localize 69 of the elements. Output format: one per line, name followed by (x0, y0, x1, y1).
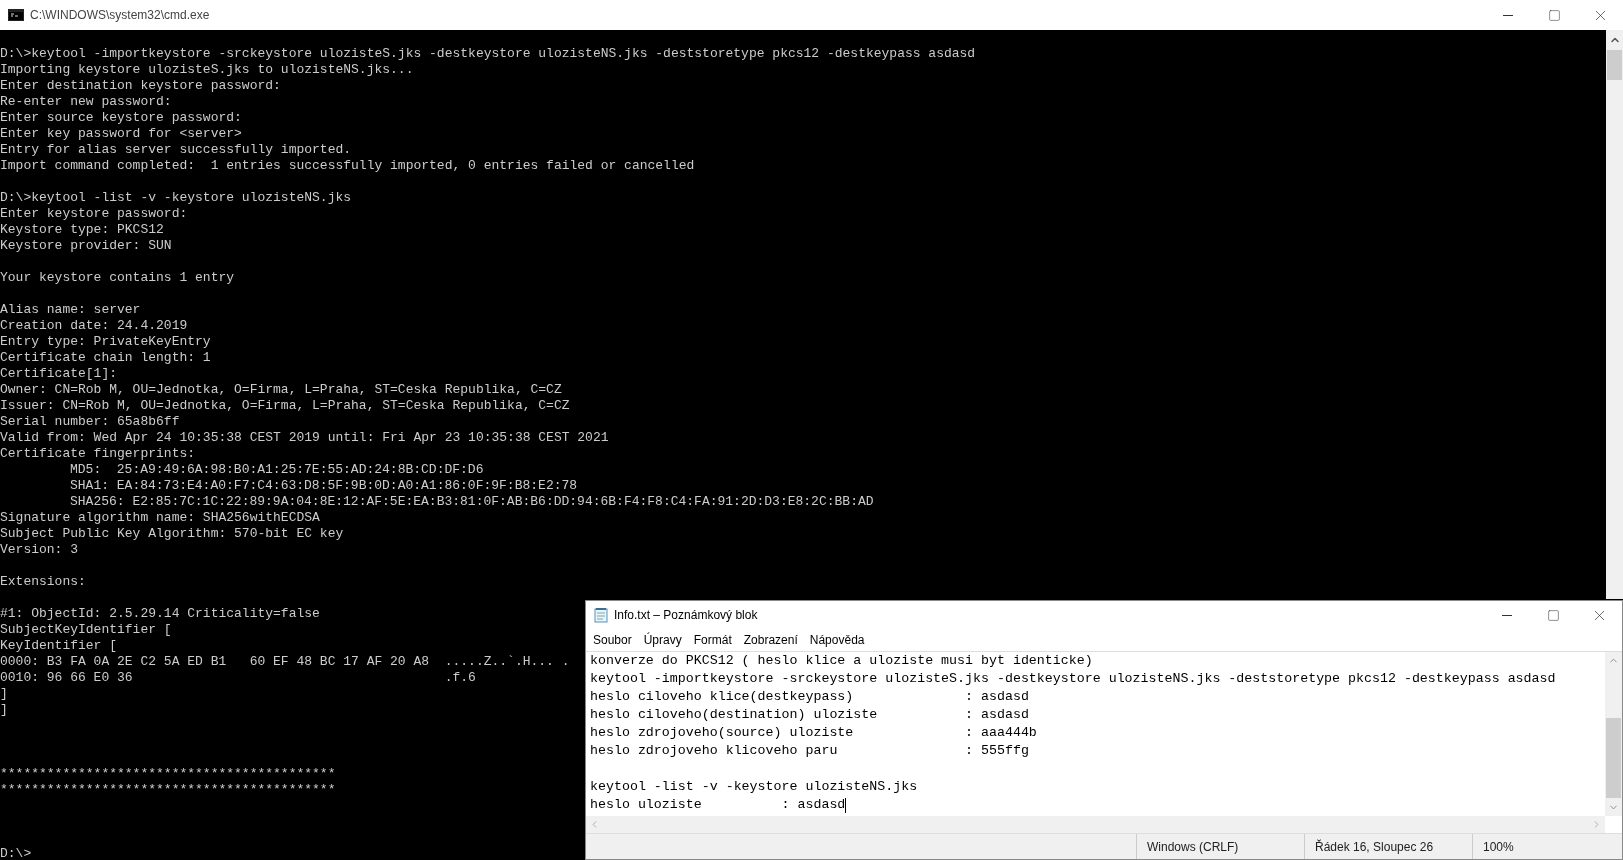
terminal-line: Valid from: Wed Apr 24 10:35:38 CEST 2019 until: Fri Apr 23 10:35:38 CEST 2021 (0, 430, 609, 446)
terminal-line: 0000: B3 FA 0A 2E C2 5A ED B1 60 EF 48 BC 17 AF 20 A8 .....Z..`.H... . (0, 654, 570, 670)
menu-item[interactable]: Formát (693, 631, 732, 649)
terminal-line: Signature algorithm name: SHA256withECDSA (0, 510, 320, 526)
terminal-line: Entry for alias server successfully imported. (0, 142, 352, 158)
terminal-line: Subject Public Key Algorithm: 570-bit EC key (0, 526, 344, 542)
terminal-line: Keystore provider: SUN (0, 238, 172, 254)
terminal-line: 0010: 96 66 E0 36 .f.6 (0, 670, 476, 686)
maximize-icon (1547, 8, 1561, 22)
menu-item[interactable]: Zobrazení (743, 631, 798, 649)
terminal-line: Enter source keystore password: (0, 110, 242, 126)
terminal-line: D:\>keytool -importkeystore -srckeystore ulozisteS.jks -destkeystore ulozisteNS.jks -deststoretype pkcs12 -destkeypass asdasd (0, 46, 976, 62)
text-line: keytool -list -v -keystore ulozisteNS.jks (590, 778, 918, 796)
terminal-line: Creation date: 24.4.2019 (0, 318, 188, 334)
notepad-icon (594, 607, 608, 623)
terminal-line: Extensions: (0, 574, 86, 590)
status-item: Windows (CRLF) (1136, 834, 1304, 859)
terminal-line: #1: ObjectId: 2.5.29.14 Criticality=false (0, 606, 320, 622)
window-title: Info.txt – Poznámkový blok (614, 607, 758, 624)
minimize-icon (1503, 14, 1513, 16)
terminal-line: Enter destination keystore password: (0, 78, 281, 94)
terminal-line: D:\>keytool -list -v -keystore ulozisteNS.jks (0, 190, 352, 206)
terminal-line: Serial number: 65a8b6ff (0, 414, 180, 430)
minimize-icon (1502, 614, 1512, 616)
terminal-line: Version: 3 (0, 542, 78, 558)
text-line: heslo ciloveho klice(destkeypass) : asdasd (590, 688, 1029, 706)
terminal-line: MD5: 25:A9:49:6A:98:B0:A1:25:7E:55:AD:24:8B:CD:DF:D6 (70, 462, 484, 478)
terminal-line: Import command completed: 1 entries successfully imported, 0 entries failed or cancelled (0, 158, 695, 174)
terminal-line: Certificate[1]: (0, 366, 118, 382)
text-line: keytool -importkeystore -srckeystore ulozisteS.jks -destkeystore ulozisteNS.jks -deststoretype pkcs12 -destkeypass asdasd (590, 670, 1556, 688)
terminal-line: Entry type: PrivateKeyEntry (0, 334, 211, 350)
terminal-line: Re-enter new password: (0, 94, 172, 110)
terminal-line: SHA1: EA:84:73:E4:A0:F7:C4:63:D8:5F:9B:0D:A0:A1:86:0F:9F:B8:E2:78 (70, 478, 578, 494)
status-item: 100% (1472, 834, 1622, 859)
terminal-line: Owner: CN=Rob M, OU=Jednotka, O=Firma, L=Praha, ST=Ceska Republika, C=CZ (0, 382, 562, 398)
terminal-line: ] (0, 686, 8, 702)
scrollbar[interactable] (1606, 30, 1623, 599)
terminal-line: Issuer: CN=Rob M, OU=Jednotka, O=Firma, L=Praha, ST=Ceska Republika, C=CZ (0, 398, 570, 414)
status-item: Řádek 16, Sloupec 26 (1304, 834, 1472, 859)
terminal-line: Your keystore contains 1 entry (0, 270, 235, 286)
terminal-line: Enter keystore password: (0, 206, 188, 222)
text-line: heslo zdrojoveho klicoveho paru : 555ffg (590, 742, 1029, 760)
terminal-line: ******************************************* (0, 766, 336, 782)
text-line: heslo zdrojoveho(source) uloziste : aaa444b (590, 724, 1037, 742)
menu-item[interactable]: Úpravy (643, 631, 682, 649)
terminal-icon (8, 9, 24, 21)
terminal-line: SubjectKeyIdentifier [ (0, 622, 172, 638)
text-line: heslo uloziste : asdasd (590, 796, 846, 814)
text-line: heslo ciloveho(destination) uloziste : asdasd (590, 706, 1029, 724)
maximize-icon (1546, 608, 1560, 622)
scrollbar-thumb[interactable] (1606, 718, 1621, 798)
terminal-line: Importing keystore ulozisteS.jks to ulozisteNS.jks... (0, 62, 414, 78)
text-line: konverze do PKCS12 ( heslo klice a uloziste musi byt identicke) (590, 652, 1093, 670)
scrollbar-thumb[interactable] (1607, 50, 1622, 80)
terminal-line: D:\> (0, 846, 32, 860)
terminal-line: KeyIdentifier [ (0, 638, 118, 654)
menu-item[interactable]: Soubor (593, 631, 632, 649)
terminal-line: Certificate chain length: 1 (0, 350, 211, 366)
menu-item[interactable]: Nápověda (809, 631, 865, 649)
scrollbar[interactable] (1605, 652, 1622, 816)
terminal-line: ******************************************* (0, 782, 336, 798)
scrollbar[interactable] (586, 816, 1605, 833)
terminal-line: SHA256: E2:85:7C:1C:22:89:9A:04:8E:12:AF:5E:EA:B3:81:0F:AB:B6:DD:94:6B:F4:F8:C4:FA:91:2D:D3:E8:2C:BB:AD (70, 494, 874, 510)
terminal-line: Certificate fingerprints: (0, 446, 196, 462)
terminal-line: Keystore type: PKCS12 (0, 222, 164, 238)
window-title: C:\WINDOWS\system32\cmd.exe (30, 7, 210, 24)
terminal-line: Alias name: server (0, 302, 141, 318)
terminal-line: ] (0, 702, 8, 718)
terminal-line: Enter key password for <server> (0, 126, 242, 142)
